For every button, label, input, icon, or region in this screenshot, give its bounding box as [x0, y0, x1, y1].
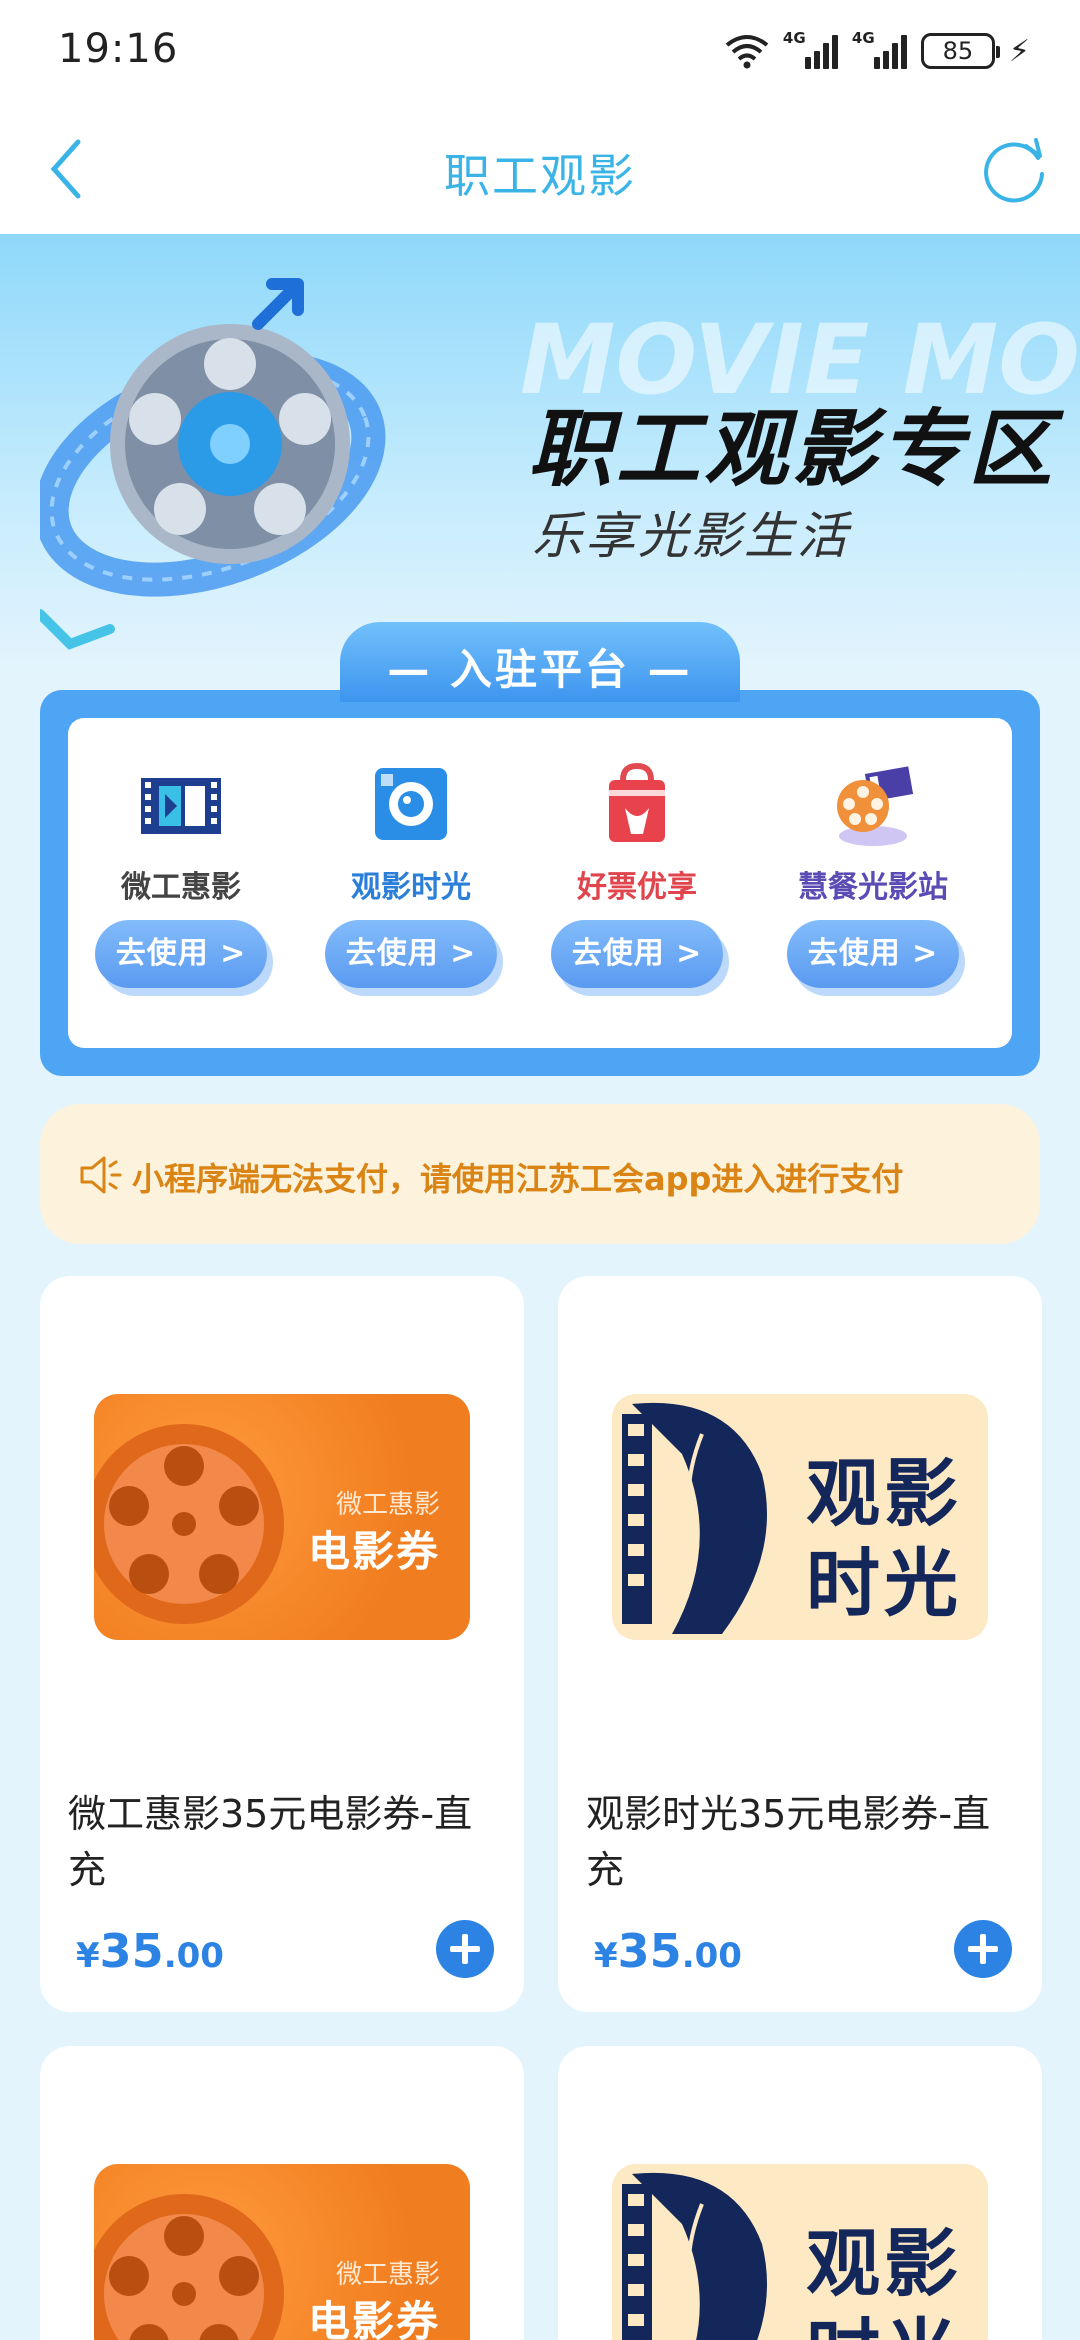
price-currency: ¥	[594, 1936, 618, 1976]
film-reel-image-icon	[94, 1424, 284, 1624]
film-reel-image-icon	[94, 2194, 284, 2340]
hero-subtitle: 乐享光影生活	[532, 507, 850, 565]
platform-item-haopiaoyouxiang[interactable]: 好票优享 去使用 >	[532, 758, 742, 988]
product-price: ¥35.00	[594, 1924, 742, 1978]
battery-icon: 85	[920, 33, 1000, 69]
hero-title: 职工观影专区	[528, 400, 1057, 498]
film-strip-icon	[141, 778, 221, 834]
image-label-large: 电影券	[307, 1527, 440, 1576]
nav-bar: 职工观影	[0, 104, 1080, 234]
charging-icon: ⚡	[1008, 33, 1030, 69]
battery-level: 85	[942, 37, 974, 65]
product-price: ¥35.00	[76, 1924, 224, 1978]
ticket-bag-icon	[609, 762, 665, 842]
image-label-line2: 时光	[806, 1541, 962, 1627]
use-button[interactable]: 去使用 >	[95, 920, 267, 988]
silhouette-film-icon	[622, 1402, 767, 1634]
platform-item-wegonghuiying[interactable]: 微工惠影 去使用 >	[76, 758, 286, 988]
silhouette-film-icon	[622, 2172, 767, 2340]
platform-name: 好票优享	[577, 870, 697, 905]
image-label-small: 微工惠影	[335, 2260, 440, 2290]
use-button[interactable]: 去使用 >	[787, 920, 959, 988]
refresh-icon[interactable]	[980, 134, 1050, 204]
platform-list: 微工惠影 去使用 > 观影时光 去使用 > 好票优享 去使用 > 慧餐光影站 去…	[68, 718, 1012, 1048]
price-currency: ¥	[76, 1936, 100, 1976]
status-time: 19:16	[58, 26, 179, 72]
product-image: 微工惠影 电影券	[94, 2164, 470, 2340]
signal-icon-2: 4G	[852, 29, 907, 69]
add-to-cart-button[interactable]	[436, 1920, 494, 1978]
network-type-2: 4G	[851, 29, 875, 47]
notice-text: 小程序端无法支付，请使用江苏工会app进入进行支付	[132, 1160, 904, 1198]
product-name: 观影时光35元电影券-直充	[586, 1792, 991, 1892]
product-card[interactable]: 观影 时光	[558, 2046, 1042, 2340]
page-title: 职工观影	[444, 149, 636, 203]
payment-notice: 小程序端无法支付，请使用江苏工会app进入进行支付	[40, 1104, 1040, 1244]
product-image: 观影 时光	[612, 2164, 988, 2340]
image-label-line2: 时光	[806, 2294, 962, 2340]
product-image: 观影 时光	[612, 1394, 988, 1640]
film-reel-illustration	[40, 278, 386, 650]
price-decimal: .00	[163, 1936, 224, 1976]
status-icons: 4G 4G 85 ⚡	[725, 26, 1030, 76]
image-label-large: 电影券	[307, 2297, 440, 2340]
product-image: 微工惠影 电影券	[94, 1394, 470, 1640]
platform-header: — 入驻平台 —	[387, 645, 693, 694]
add-to-cart-button[interactable]	[954, 1920, 1012, 1978]
platform-name: 观影时光	[351, 870, 471, 905]
status-bar: 19:16 4G 4G 85 ⚡	[0, 0, 1080, 104]
price-integer: 35	[617, 1924, 682, 1978]
platform-item-guanyingshiguang[interactable]: 观影时光 去使用 >	[306, 758, 516, 988]
product-card[interactable]: 微工惠影 电影券	[40, 2046, 524, 2340]
film-reel-clapper-icon	[837, 766, 914, 846]
product-card[interactable]: 微工惠影 电影券 微工惠影35元电影券-直充 ¥35.00	[40, 1276, 524, 2012]
camera-icon	[375, 768, 447, 840]
hero-banner: MOVIE MOVIE 职工观影专区 乐享光影生活	[0, 234, 1080, 674]
platform-header-tab: — 入驻平台 —	[340, 622, 740, 702]
use-button[interactable]: 去使用 >	[551, 920, 723, 988]
use-button[interactable]: 去使用 >	[325, 920, 497, 988]
platform-panel: 微工惠影 去使用 > 观影时光 去使用 > 好票优享 去使用 > 慧餐光影站 去…	[40, 690, 1040, 1076]
product-name: 微工惠影35元电影券-直充	[68, 1792, 473, 1892]
product-card[interactable]: 观影 时光 观影时光35元电影券-直充 ¥35.00	[558, 1276, 1042, 2012]
wifi-icon	[725, 35, 769, 69]
platform-item-huicanguangyingzhan[interactable]: 慧餐光影站 去使用 >	[768, 758, 978, 988]
platform-name: 慧餐光影站	[798, 870, 948, 905]
speaker-icon	[80, 1156, 122, 1194]
signal-icon-1: 4G	[783, 29, 838, 69]
image-label-small: 微工惠影	[335, 1490, 440, 1520]
network-type-1: 4G	[782, 29, 806, 47]
price-integer: 35	[99, 1924, 164, 1978]
price-decimal: .00	[681, 1936, 742, 1976]
platform-name: 微工惠影	[121, 870, 241, 905]
